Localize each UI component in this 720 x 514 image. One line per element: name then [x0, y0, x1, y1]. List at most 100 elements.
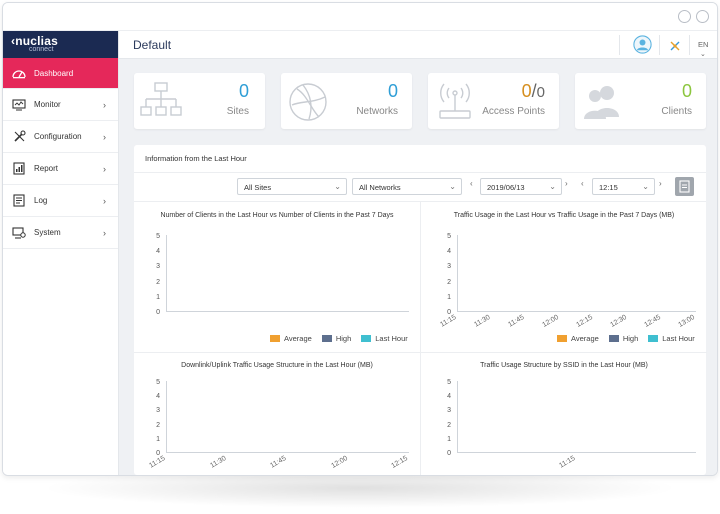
topbar-divider	[619, 35, 620, 55]
x-tick-label: 11:15	[558, 455, 577, 470]
y-tick-label: 5	[447, 379, 451, 386]
downlink-plot-area	[166, 381, 409, 453]
time-select[interactable]: 12:15 ⌄	[592, 178, 655, 195]
last-hour-panel: Information from the Last Hour All Sites…	[134, 145, 707, 475]
y-tick-label: 2	[447, 421, 451, 429]
clients-users-icon	[581, 81, 625, 128]
app-window: ‹nuclias connect Dashboard Monitor › Con…	[2, 2, 718, 476]
legend-swatch-high	[608, 335, 619, 342]
sidebar-item-log[interactable]: Log ›	[3, 185, 118, 217]
networks-card[interactable]: 0 Networks	[281, 73, 412, 129]
y-tick-label: 3	[447, 407, 451, 415]
legend-last-hour[interactable]: Last Hour	[662, 334, 695, 343]
export-report-button[interactable]	[675, 177, 694, 196]
x-tick-label: 11:15	[148, 455, 167, 470]
clients-plot-area	[166, 235, 409, 312]
notification-sparkle-icon[interactable]	[669, 39, 681, 57]
clients-chart: Number of Clients in the Last Hour vs Nu…	[134, 202, 420, 353]
dashboard-icon	[12, 66, 26, 80]
panel-title: Information from the Last Hour	[145, 154, 247, 163]
report-icon	[12, 162, 26, 176]
network-select-value: All Networks	[359, 183, 401, 192]
site-select-value: All Sites	[244, 183, 272, 192]
chevron-right-icon: ›	[103, 99, 106, 110]
user-avatar-icon[interactable]	[633, 35, 652, 59]
date-next-button[interactable]: ›	[565, 179, 568, 188]
nuclias-logo[interactable]: ‹nuclias connect	[3, 31, 118, 58]
clients-count: 0	[681, 81, 692, 101]
ssid-chart: Traffic Usage Structure by SSID in the L…	[420, 352, 707, 475]
x-tick-label: 13:00	[677, 314, 697, 329]
legend-swatch-average	[270, 335, 280, 342]
legend-average[interactable]: Average	[284, 334, 312, 343]
network-select[interactable]: All Networks ⌄	[352, 178, 462, 195]
legend-swatch-average	[557, 335, 567, 342]
legend-last-hour[interactable]: Last Hour	[375, 334, 408, 343]
sidebar-item-label: System	[34, 228, 61, 237]
sites-card[interactable]: 0 Sites	[134, 73, 265, 129]
top-bar: Default EN ⌄	[119, 31, 717, 59]
window-close-button[interactable]	[696, 10, 709, 23]
y-tick-label: 5	[447, 233, 451, 240]
clients-card[interactable]: 0 Clients	[575, 73, 706, 129]
system-icon	[12, 226, 26, 240]
sidebar-item-dashboard[interactable]: Dashboard	[3, 58, 118, 89]
sidebar-item-label: Configuration	[34, 132, 82, 141]
chart-title: Traffic Usage in the Last Hour vs Traffi…	[453, 212, 675, 219]
traffic-plot-area	[457, 235, 696, 312]
date-select[interactable]: 2019/06/13 ⌄	[480, 178, 562, 195]
monitor-icon	[12, 98, 26, 112]
chevron-right-icon: ›	[103, 163, 106, 174]
legend-swatch-high	[321, 335, 332, 342]
chart-legend: Average High Last Hour	[547, 334, 695, 343]
logo-sub: connect	[29, 46, 54, 53]
date-prev-button[interactable]: ‹	[470, 179, 473, 188]
chevron-right-icon: ›	[103, 131, 106, 142]
chevron-down-icon: ⌄	[549, 182, 556, 191]
dashboard-content: 0 Sites 0 Networks 0/0 Access Points 0 C	[119, 59, 717, 475]
networks-globe-icon	[287, 81, 329, 128]
sidebar-item-monitor[interactable]: Monitor ›	[3, 89, 118, 121]
y-tick-label: 4	[447, 393, 451, 401]
access-points-card[interactable]: 0/0 Access Points	[428, 73, 559, 129]
access-points-online: 0	[521, 81, 532, 101]
site-select[interactable]: All Sites ⌄	[237, 178, 347, 195]
x-tick-label: 12:00	[541, 314, 561, 329]
sidebar-item-label: Log	[34, 196, 48, 205]
y-tick-label: 0	[156, 309, 160, 316]
sidebar-item-configuration[interactable]: Configuration ›	[3, 121, 118, 153]
networks-count: 0	[387, 81, 398, 101]
export-document-icon	[679, 180, 690, 193]
window-minimize-button[interactable]	[678, 10, 691, 23]
access-points-label: Access Points	[482, 106, 545, 117]
y-tick-label: 1	[447, 435, 451, 443]
legend-high[interactable]: High	[623, 334, 638, 343]
language-selector[interactable]: EN ⌄	[698, 40, 717, 58]
y-tick-label: 3	[156, 263, 160, 271]
legend-average[interactable]: Average	[571, 334, 599, 343]
chart-title: Traffic Usage Structure by SSID in the L…	[480, 362, 648, 369]
log-icon	[12, 194, 26, 208]
time-prev-button[interactable]: ‹	[581, 179, 584, 188]
x-tick-label: 12:15	[575, 314, 595, 329]
time-next-button[interactable]: ›	[659, 179, 662, 188]
legend-swatch-last-hour	[361, 335, 372, 342]
y-tick-label: 0	[447, 450, 451, 457]
date-select-value: 2019/06/13	[487, 183, 525, 192]
title-bar	[3, 3, 717, 31]
y-tick-label: 0	[447, 309, 451, 316]
y-tick-label: 1	[156, 293, 160, 301]
sidebar-item-report[interactable]: Report ›	[3, 153, 118, 185]
sidebar-item-system[interactable]: System ›	[3, 217, 118, 249]
x-tick-label: 11:15	[439, 314, 458, 329]
y-tick-label: 0	[156, 450, 160, 457]
wrench-icon	[12, 130, 26, 144]
x-tick-label: 11:30	[473, 314, 492, 329]
downlink-uplink-chart: Downlink/Uplink Traffic Usage Structure …	[134, 352, 420, 475]
sidebar-item-label: Dashboard	[34, 68, 74, 78]
y-tick-label: 4	[156, 248, 160, 256]
legend-high[interactable]: High	[336, 334, 351, 343]
access-points-count: 0/0	[522, 81, 545, 102]
topbar-divider	[689, 35, 690, 55]
topbar-divider	[659, 35, 660, 55]
